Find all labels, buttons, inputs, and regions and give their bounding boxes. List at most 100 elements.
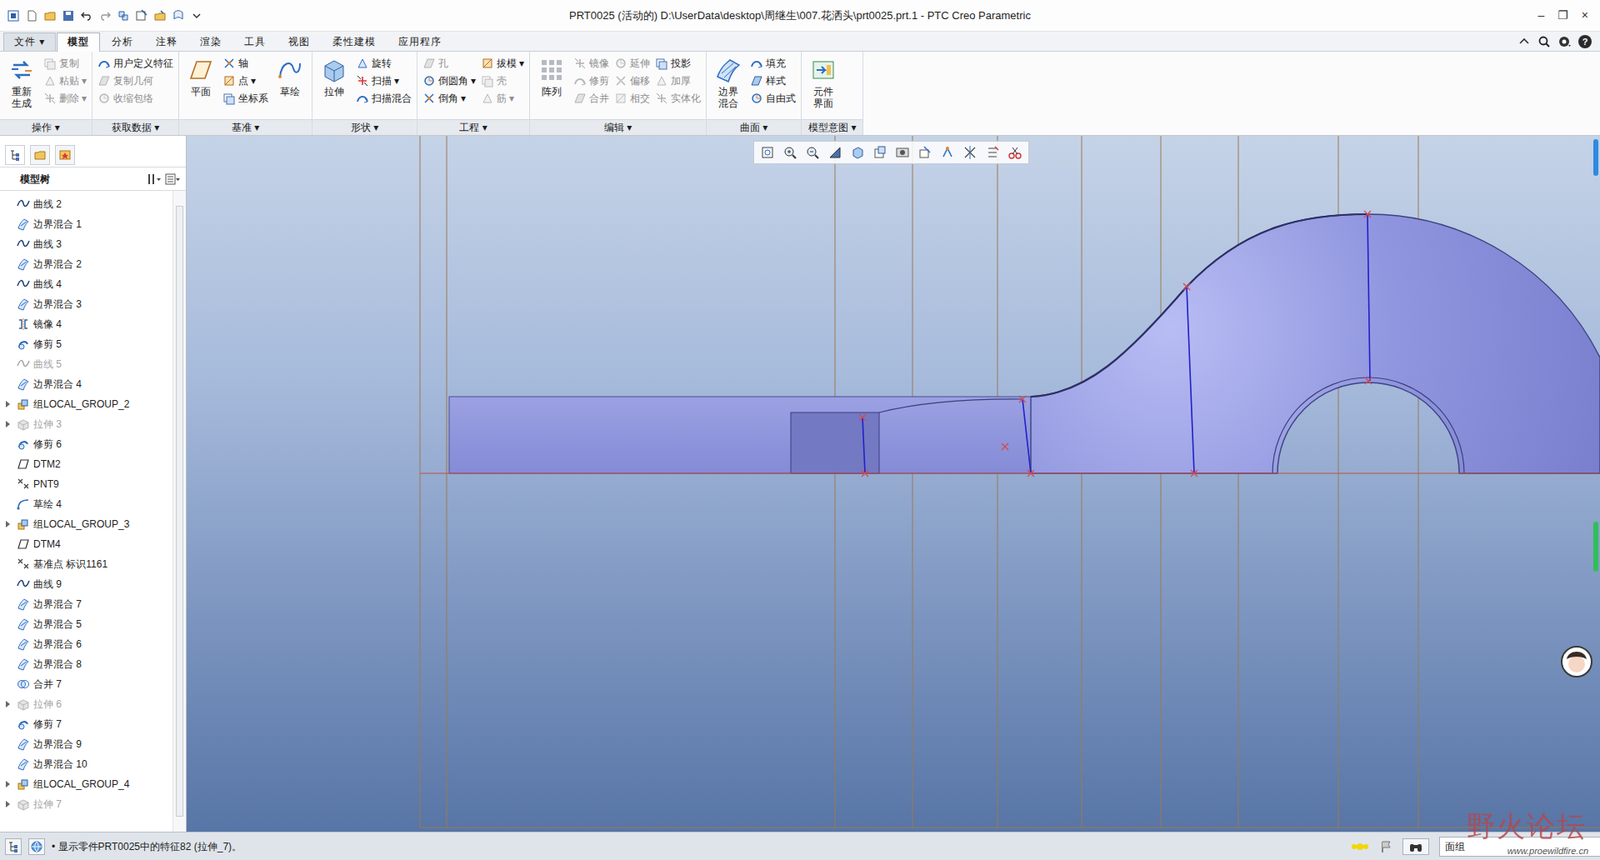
ribbon-small-button[interactable]: 拔模▾ [480, 55, 525, 71]
tree-item[interactable]: 曲线 9 [0, 574, 173, 595]
tree-item[interactable]: 曲线 2 [0, 194, 173, 215]
expand-arrow[interactable] [1, 798, 14, 810]
help-button[interactable]: ? [1578, 35, 1592, 49]
view-tool-button[interactable] [960, 143, 980, 162]
ribbon-tab[interactable]: 工具 [233, 32, 277, 51]
ribbon-small-button[interactable]: 实体化 [655, 90, 701, 106]
toggle-browser-button[interactable] [28, 838, 45, 855]
ribbon-small-button[interactable]: 样式 [750, 72, 796, 89]
tree-item[interactable]: 边界混合 10 [0, 754, 173, 775]
group-label[interactable]: 形状 ▾ [312, 119, 417, 135]
tree-item[interactable]: 草绘 4 [0, 494, 173, 515]
graphics-window[interactable] [186, 135, 1600, 832]
ribbon-small-button[interactable]: 填充 [750, 55, 796, 71]
quick-access-icon[interactable] [43, 9, 57, 23]
group-label[interactable]: 曲面 ▾ [706, 119, 801, 135]
ribbon-small-button[interactable]: 删除▾ [43, 90, 87, 106]
tree-item[interactable]: 基准点 标识1161 [0, 554, 173, 575]
ribbon-large-button[interactable]: 平面 [184, 55, 218, 98]
view-tool-button[interactable] [802, 143, 823, 162]
flag-icon[interactable] [1379, 840, 1393, 854]
toggle-navigator-button[interactable] [5, 838, 22, 855]
tree-item[interactable]: 曲线 4 [0, 274, 173, 295]
tree-item[interactable]: 拉伸 6 [0, 694, 173, 715]
ribbon-small-button[interactable]: 筋▾ [480, 90, 525, 106]
view-tool-button[interactable] [982, 143, 1003, 162]
tree-settings-icon[interactable] [145, 172, 161, 186]
ribbon-tab[interactable]: 视图 [277, 32, 321, 51]
view-tool-button[interactable] [1005, 143, 1025, 162]
tree-item[interactable]: 边界混合 8 [0, 654, 173, 675]
ribbon-small-button[interactable]: 投影 [655, 55, 701, 71]
ribbon-small-button[interactable]: 孔 [422, 55, 476, 71]
expand-arrow[interactable] [1, 778, 14, 790]
ribbon-small-button[interactable]: 延伸 [614, 55, 650, 71]
ribbon-small-button[interactable]: 轴 [222, 55, 269, 71]
ribbon-small-button[interactable]: 点▾ [222, 72, 269, 89]
view-tool-button[interactable] [892, 143, 913, 162]
group-label[interactable]: 编辑 ▾ [530, 119, 706, 135]
ribbon-large-button[interactable]: 元件界面 [806, 55, 840, 110]
navigator-tab[interactable] [5, 145, 25, 165]
find-button[interactable] [1402, 838, 1430, 855]
ribbon-small-button[interactable]: 镜像 [573, 55, 610, 71]
ribbon-small-button[interactable]: 倒圆角▾ [422, 72, 476, 89]
ribbon-small-button[interactable]: 倒角▾ [422, 90, 476, 106]
tree-item[interactable]: 边界混合 4 [0, 374, 173, 395]
ribbon-small-button[interactable]: 坐标系 [222, 90, 269, 106]
tree-item[interactable]: 组LOCAL_GROUP_3 [0, 514, 173, 535]
tree-item[interactable]: 边界混合 1 [0, 214, 173, 235]
group-label[interactable]: 获取数据 ▾ [92, 119, 179, 135]
quick-access-icon[interactable] [61, 9, 75, 23]
tree-item[interactable]: 边界混合 5 [0, 614, 173, 635]
ribbon-small-button[interactable]: 收缩包络 [97, 90, 174, 106]
ribbon-tab[interactable]: 分析 [100, 32, 145, 51]
tree-item[interactable]: 组LOCAL_GROUP_4 [0, 774, 173, 795]
expand-arrow[interactable] [1, 398, 14, 410]
tree-item[interactable]: 修剪 5 [0, 334, 173, 355]
view-tool-button[interactable] [847, 143, 868, 162]
ribbon-small-button[interactable]: 壳 [480, 72, 525, 89]
tree-item[interactable]: 修剪 6 [0, 434, 173, 455]
quick-access-icon[interactable] [135, 9, 149, 23]
view-tool-button[interactable] [870, 143, 890, 162]
view-tool-button[interactable] [780, 143, 800, 162]
ribbon-small-button[interactable]: 自由式 [750, 90, 796, 106]
tree-item[interactable]: 边界混合 9 [0, 734, 173, 755]
expand-arrow[interactable] [1, 418, 14, 430]
expand-arrow[interactable] [1, 698, 14, 710]
ribbon-tab[interactable]: 文件 ▾ [3, 32, 56, 51]
tree-item[interactable]: 边界混合 3 [0, 294, 173, 315]
tree-item[interactable]: 边界混合 2 [0, 254, 173, 275]
tree-item[interactable]: 镜像 4 [0, 314, 173, 335]
tree-item[interactable]: 边界混合 6 [0, 634, 173, 655]
ribbon-tab[interactable]: 模型 [56, 32, 100, 52]
window-control-button[interactable]: × [1581, 6, 1589, 25]
quick-access-icon[interactable] [171, 9, 185, 23]
ribbon-small-button[interactable]: 旋转 [355, 55, 412, 71]
tree-item[interactable]: 拉伸 3 [0, 414, 173, 435]
ribbon-small-button[interactable]: 修剪 [573, 72, 610, 89]
ribbon-tab[interactable]: 柔性建模 [321, 32, 387, 51]
ribbon-small-button[interactable]: 合并 [573, 90, 610, 106]
search-icon[interactable] [1537, 35, 1551, 49]
quick-access-icon[interactable] [116, 9, 130, 23]
quick-access-icon[interactable] [153, 9, 167, 23]
quick-access-icon[interactable] [190, 9, 204, 23]
quick-access-icon[interactable] [98, 9, 112, 23]
minimize-ribbon-icon[interactable] [1517, 35, 1531, 49]
ribbon-small-button[interactable]: 偏移 [614, 72, 650, 89]
regeneration-status-icon[interactable] [1350, 840, 1370, 854]
ribbon-small-button[interactable]: 复制几何 [97, 72, 174, 89]
ribbon-small-button[interactable]: 粘贴▾ [43, 72, 87, 89]
tree-item[interactable]: 组LOCAL_GROUP_2 [0, 394, 173, 415]
ribbon-tab[interactable]: 渲染 [189, 32, 233, 51]
tree-scrollbar[interactable] [172, 190, 186, 832]
view-tool-button[interactable] [825, 143, 845, 162]
group-label[interactable]: 操作 ▾ [0, 119, 92, 135]
tree-item[interactable]: 曲线 3 [0, 234, 173, 255]
view-tool-button[interactable] [757, 143, 778, 162]
view-tool-button[interactable] [915, 143, 935, 162]
ribbon-tab[interactable]: 注释 [145, 32, 189, 51]
ribbon-small-button[interactable]: 复制 [43, 55, 87, 71]
